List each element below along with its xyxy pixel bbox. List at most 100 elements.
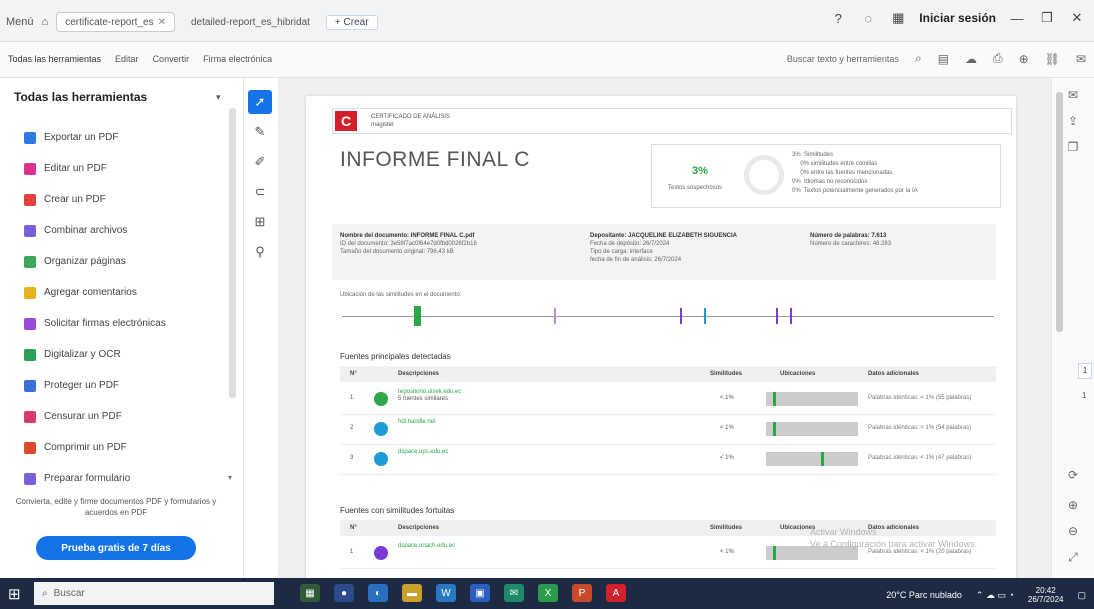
close-tab-icon[interactable]: ✕ (158, 17, 166, 28)
tool-label: Comprimir un PDF (44, 442, 127, 453)
source-number: 2 (350, 425, 354, 431)
mail-app-icon[interactable]: ✉ (504, 584, 524, 602)
source-link[interactable]: repositorio.uisek.edu.ec (398, 389, 461, 395)
source-extra: Palabras idénticas: < 1% (54 palabras) (868, 425, 972, 431)
print-icon[interactable]: ⎙ (993, 51, 1003, 66)
tray-icons[interactable]: ⌃ ☁ ▭ ◔ (976, 590, 1014, 601)
tool-item[interactable]: Crear un PDF (24, 184, 224, 215)
scroll-down-icon[interactable]: ▾ (228, 473, 232, 482)
bookmark-icon[interactable]: ❐ (1061, 140, 1085, 160)
source-location-bar (766, 392, 858, 406)
apps-icon[interactable]: ▦ (889, 10, 907, 26)
cloud-icon[interactable]: ☁ (965, 52, 977, 66)
row-divider (340, 474, 996, 475)
link-icon[interactable]: ⛓ (1045, 52, 1060, 66)
tool-label: Organizar páginas (44, 256, 126, 267)
zoom-in-icon[interactable]: ⊕ (1061, 498, 1085, 518)
bell-icon[interactable]: ◌ (859, 11, 877, 26)
source-link[interactable]: dspace.ups.edu.ec (398, 449, 448, 455)
tool-item[interactable]: Proteger un PDF (24, 370, 224, 401)
source-row[interactable]: 3 dspace.ups.edu.ec < 1% Palabras idénticas… (340, 446, 996, 472)
source-link[interactable]: hdl.handle.net (398, 419, 436, 425)
tools-list: Exportar un PDF Editar un PDF Crear un PDF… (24, 122, 224, 494)
document-viewport[interactable]: C CERTIFICADO DE ANÁLISIS magister INFOR… (278, 78, 1051, 586)
draw-tool-icon[interactable]: ✐ (248, 150, 272, 174)
mail-icon[interactable]: ✉ (1076, 52, 1086, 66)
source-extra: Palabras idénticas: < 1% (55 palabras) (868, 395, 972, 401)
tab-convert[interactable]: Convertir (153, 54, 190, 64)
excel-icon[interactable]: X (538, 584, 558, 602)
fortuitous-sources-title: Fuentes con similitudes fortuitas (340, 506, 455, 515)
word-icon[interactable]: W (436, 584, 456, 602)
tool-item[interactable]: Digitalizar y OCR (24, 339, 224, 370)
source-row[interactable]: 1 repositorio.uisek.edu.ec 5 fuentes simil… (340, 386, 996, 412)
notifications-icon[interactable]: ▢ (1077, 590, 1086, 601)
home-icon[interactable]: ⌂ (42, 16, 49, 28)
tab-all-tools[interactable]: Todas las herramientas (8, 54, 101, 64)
tool-label: Proteger un PDF (44, 380, 120, 391)
search-tools-input[interactable]: Buscar texto y herramientas (787, 54, 899, 64)
select-tool-icon[interactable]: ➚ (248, 90, 272, 114)
source-row[interactable]: 2 hdl.handle.net < 1% Palabras idénticas: <… (340, 416, 996, 442)
tab-detailed-report[interactable]: detailed-report_es_hibridat (183, 12, 318, 32)
tab-esign[interactable]: Firma electrónica (203, 54, 272, 64)
comment-tool-icon[interactable]: ✎ (248, 120, 272, 144)
tool-item[interactable]: Comprimir un PDF (24, 432, 224, 463)
legend-item: 0% similitudes entre comillas (792, 161, 878, 167)
menu-button[interactable]: Menú (6, 16, 34, 28)
share-icon[interactable]: ⇪ (1061, 114, 1085, 134)
promo-text: Convierta, edite y firme documentos PDF … (15, 497, 217, 517)
rotate-icon[interactable]: ⟳ (1061, 468, 1085, 488)
tool-label: Censurar un PDF (44, 411, 122, 422)
comment-icon[interactable]: ✉ (1061, 88, 1085, 108)
search-icon[interactable]: ⌕ (915, 51, 922, 66)
tool-item[interactable]: Exportar un PDF (24, 122, 224, 153)
tab-certificate-report[interactable]: certificate-report_es ✕ (56, 12, 175, 32)
task-view-icon[interactable]: ▦ (300, 584, 320, 602)
chevron-down-icon[interactable]: ▾ (216, 92, 221, 103)
tab-edit[interactable]: Editar (115, 54, 139, 64)
fit-page-icon[interactable]: ▤ (938, 52, 949, 66)
tool-item[interactable]: Agregar comentarios (24, 277, 224, 308)
zoom-icon[interactable]: ⊕ (1019, 52, 1029, 66)
tool-label: Digitalizar y OCR (44, 349, 121, 360)
tool-item[interactable]: Censurar un PDF (24, 401, 224, 432)
folder-icon[interactable]: ▬ (402, 584, 422, 602)
clock[interactable]: 20:42 26/7/2024 (1028, 586, 1064, 604)
edge-icon[interactable]: ◐ (368, 584, 388, 602)
fit-icon[interactable]: ⤢ (1061, 550, 1085, 570)
legend-item: 0% Textos potencialmente generados por l… (792, 188, 918, 194)
windows-start-icon[interactable]: ⊞ (8, 585, 21, 603)
help-icon[interactable]: ? (829, 11, 847, 26)
signin-button[interactable]: Iniciar sesión (919, 11, 996, 25)
chrome-icon[interactable]: ● (334, 584, 354, 602)
page-number-input[interactable]: 1 (1078, 363, 1092, 379)
insert-tool-icon[interactable]: ⊞ (248, 210, 272, 234)
tool-label: Combinar archivos (44, 225, 128, 236)
tool-item[interactable]: Solicitar firmas electrónicas (24, 308, 224, 339)
taskbar-search[interactable]: ⌕ Buscar (34, 582, 274, 605)
distribution-mark (790, 308, 792, 324)
source-similarity: < 1% (720, 549, 734, 555)
source-similarity: < 1% (720, 455, 734, 461)
weather-text[interactable]: 20°C Parc nublado (886, 590, 962, 600)
powerpoint-icon[interactable]: P (572, 584, 592, 602)
tab-label: certificate-report_es (65, 16, 154, 28)
scrollbar[interactable] (229, 108, 236, 398)
close-button[interactable]: ✕ (1068, 10, 1086, 26)
tool-label: Preparar formulario (44, 473, 131, 484)
acrobat-icon[interactable]: A (606, 584, 626, 602)
link-tool-icon[interactable]: ⊂ (248, 180, 272, 204)
tool-item[interactable]: Preparar formulario (24, 463, 224, 494)
source-link[interactable]: dspace.unach.edu.ec (398, 543, 455, 549)
new-tab-button[interactable]: + Crear (325, 14, 378, 30)
store-icon[interactable]: ▣ (470, 584, 490, 602)
maximize-button[interactable]: ❐ (1038, 10, 1056, 26)
stamp-tool-icon[interactable]: ⚲ (248, 240, 272, 264)
free-trial-button[interactable]: Prueba gratis de 7 días (36, 536, 196, 560)
minimize-button[interactable]: — (1008, 11, 1026, 26)
tool-item[interactable]: Organizar páginas (24, 246, 224, 277)
document-scrollbar[interactable] (1056, 92, 1063, 332)
tool-item[interactable]: Editar un PDF (24, 153, 224, 184)
tool-item[interactable]: Combinar archivos (24, 215, 224, 246)
